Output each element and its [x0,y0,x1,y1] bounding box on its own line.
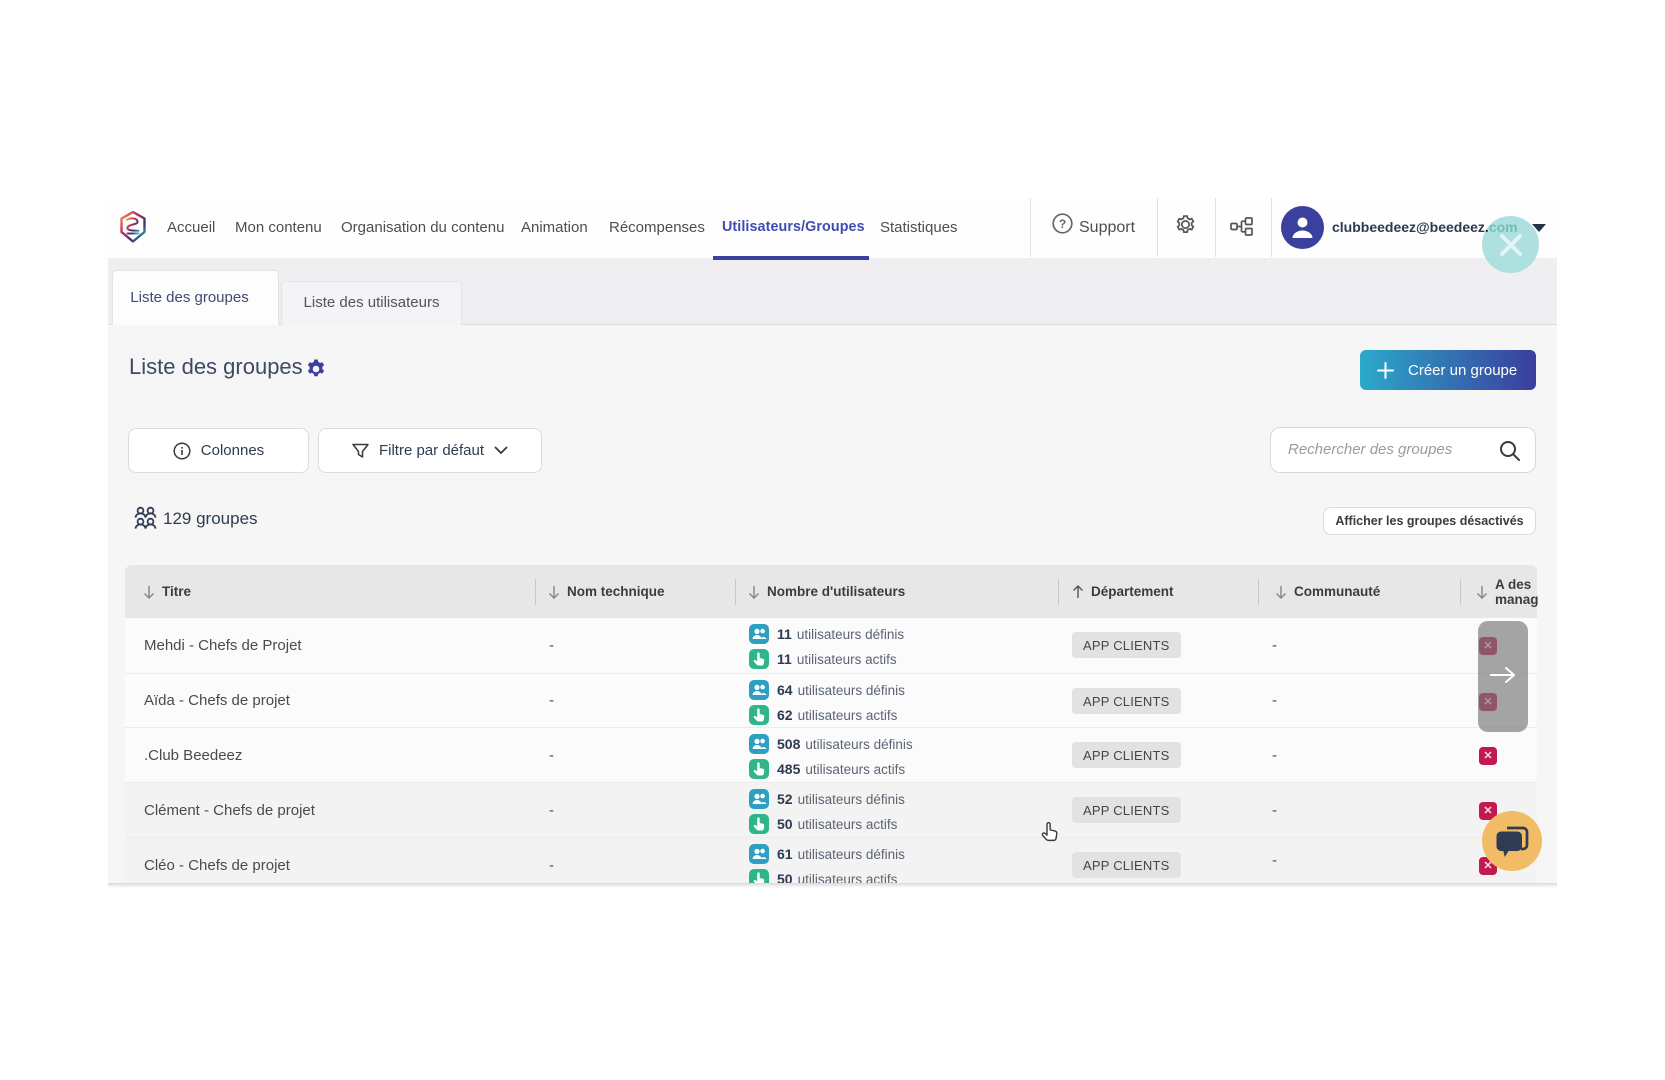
svg-text:?: ? [1059,217,1066,231]
